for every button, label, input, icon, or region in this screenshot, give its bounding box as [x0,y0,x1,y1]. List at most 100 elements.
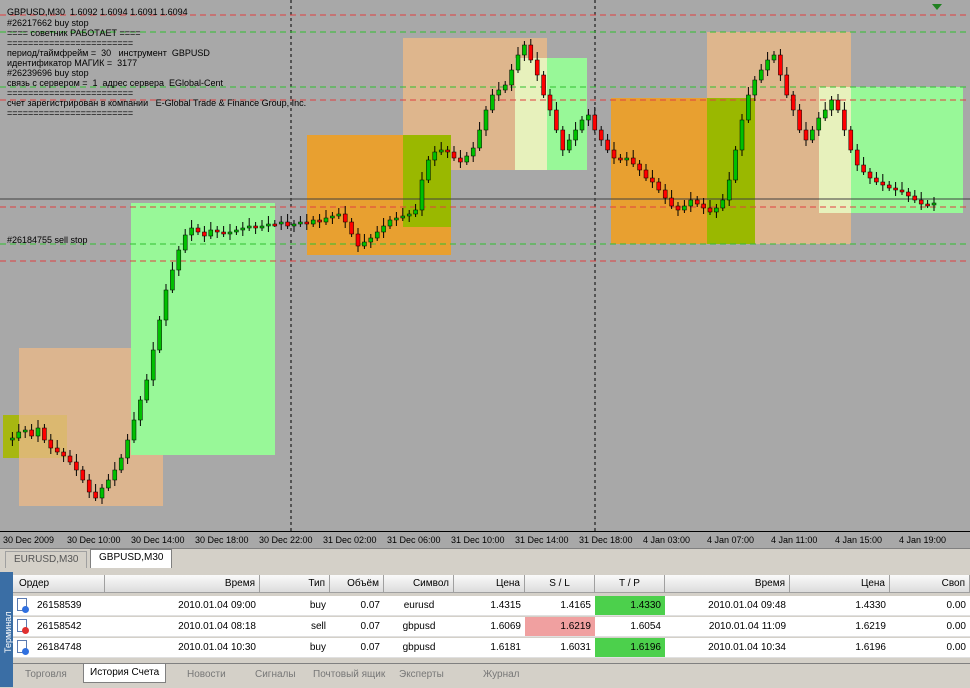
candle-body [310,219,316,225]
candle-body [714,207,719,213]
candle-body [10,437,15,441]
table-row[interactable]: 26184748 2010.01.04 10:30 buy 0.07 gbpusd 1.6… [13,638,970,658]
column-header[interactable]: S / L [525,575,595,593]
table-row[interactable]: 26158542 2010.01.04 08:18 sell 0.07 gbpusd 1.… [13,617,970,637]
candle-body [611,149,617,159]
candle-body [138,399,143,421]
candle-body [656,181,662,191]
candle-body [406,213,412,217]
cell-type: buy [309,642,326,653]
candle-body [342,213,348,223]
column-header[interactable]: Цена [454,575,525,593]
terminal-sidebar[interactable]: Терминал [0,572,13,687]
time-tick-label: 30 Dec 18:00 [195,535,249,545]
candle-body [630,157,636,165]
candle-body [771,54,777,61]
candle-body [483,109,489,131]
table-row[interactable]: 26158539 2010.01.04 09:00 buy 0.07 eurusd 1.4… [13,596,970,616]
comment-line: идентификатор МАГИК = 3177 [7,58,138,68]
candle-body [803,129,809,141]
comment-line: #26239696 buy stop [7,68,89,78]
candle-body [835,99,841,111]
candle-body [157,319,162,351]
candle-body [323,217,329,223]
cell-tp: 1.6054 [630,621,661,632]
column-header[interactable]: Своп [890,575,970,593]
candle-body [560,129,566,151]
terminal-tab[interactable]: Сигналы [249,666,302,684]
terminal-tab[interactable]: Журнал [477,666,526,684]
candle-body [451,151,457,159]
candle-body [291,223,297,227]
candle-body [746,94,751,121]
candle-body [362,241,367,247]
candle-body [650,177,655,183]
terminal-tab[interactable]: Эксперты [393,666,450,684]
candle-body [880,181,886,186]
comment-line: счет зарегистрирован в компании E-Global… [7,98,307,108]
cell-swap: 0.00 [946,642,966,653]
candle-body [438,149,444,153]
time-tick-label: 30 Dec 2009 [3,535,55,545]
candle-body [528,44,534,61]
candle-body [336,213,342,217]
candle-body [893,187,898,191]
tab-eurusd-m30[interactable]: EURUSD,M30 [5,551,88,568]
chart-area[interactable]: GBPUSD,M30 1.6092 1.6094 1.6091 1.6094 #… [0,0,970,531]
column-header[interactable]: Тип [260,575,330,593]
table-header: Ордер Время Тип Объём Символ Цена S / LT / P Вр… [13,575,970,594]
cell-swap: 0.00 [946,621,966,632]
terminal-tab[interactable]: Почтовый ящик [307,666,391,684]
candle-body [618,157,623,161]
candle-body [298,221,303,225]
cell-close-time: 2010.01.04 09:48 [708,600,786,611]
column-header[interactable]: T / P [595,575,665,593]
candle-body [662,189,668,199]
terminal-tabs: Торговля История Счета Новости Сигналы Почто… [13,663,970,688]
terminal-tab[interactable]: История Счета [83,664,167,683]
column-header[interactable]: Время [105,575,260,593]
cell-sl: 1.4165 [560,600,591,611]
candle-body [29,429,34,437]
candle-body [707,207,713,213]
terminal-tab[interactable]: Торговля [19,666,73,684]
candle-body [765,59,770,71]
cell-order: 26184748 [37,642,82,653]
cell-close-price: 1.4330 [855,600,886,611]
candle-body [566,139,572,151]
comment-line: ======================== [7,88,134,98]
scroll-marker-icon[interactable] [932,4,942,10]
candle-body [112,469,118,481]
candle-body [150,349,156,381]
candle-body [259,225,265,229]
candle-body [16,431,22,439]
chart-tabs: EURUSD,M30 GBPUSD,M30 [0,548,970,569]
candle-body [426,159,431,181]
terminal-tab[interactable]: Новости [181,666,232,684]
column-header[interactable]: Ордер [13,575,105,593]
candle-body [234,229,239,233]
candle-body [208,229,214,237]
cell-price: 1.6069 [490,621,521,632]
candle-body [854,149,860,166]
zone [131,203,275,455]
candle-body [221,231,226,235]
candle-body [317,219,322,223]
time-tick-label: 31 Dec 02:00 [323,535,377,545]
candle-body [22,429,28,433]
cell-close-price: 1.6196 [855,642,886,653]
candle-body [278,221,284,225]
cell-symbol: eurusd [403,600,435,611]
cell-type: sell [310,621,326,632]
candle-body [176,249,182,271]
time-tick-label: 4 Jan 03:00 [643,535,691,545]
column-header[interactable]: Время [665,575,790,593]
column-header[interactable]: Цена [790,575,890,593]
column-header[interactable]: Объём [330,575,384,593]
column-header[interactable]: Символ [384,575,454,593]
candle-body [861,164,866,173]
candle-body [246,225,252,229]
candle-body [464,155,470,163]
tab-gbpusd-m30[interactable]: GBPUSD,M30 [90,549,173,568]
comment-line: #26217662 buy stop [7,18,89,28]
